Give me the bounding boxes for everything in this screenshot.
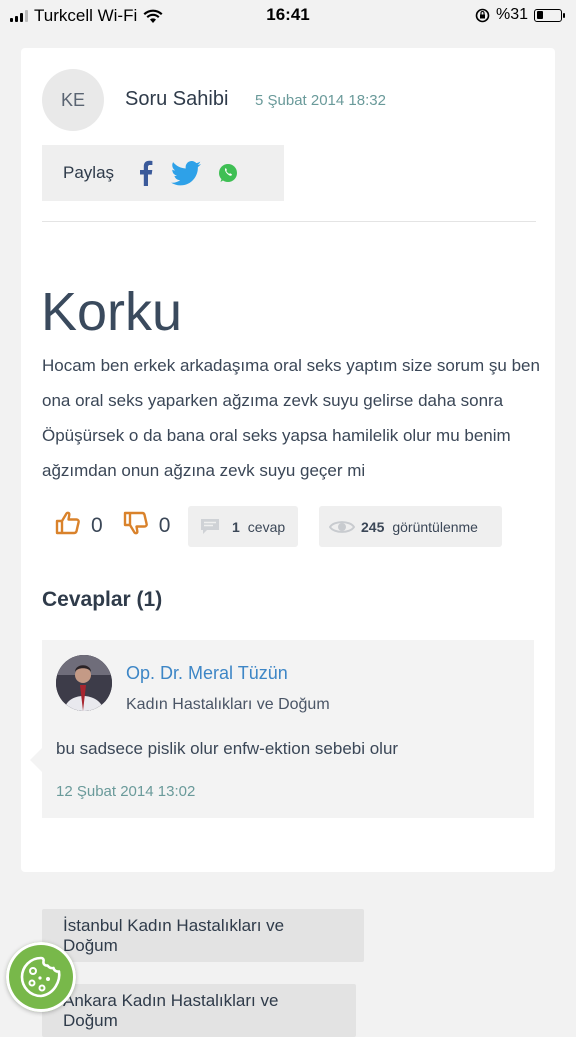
cookie-icon: [20, 956, 61, 998]
answer-count-label: cevap: [247, 518, 286, 535]
view-count: 245: [361, 518, 385, 535]
question-card: KE Soru Sahibi 5 Şubat 2014 18:32 Paylaş…: [21, 48, 555, 872]
doctor-avatar[interactable]: [56, 655, 112, 711]
share-label: Paylaş: [63, 163, 115, 182]
doctor-specialty: Kadın Hastalıkları ve Doğum: [126, 696, 330, 713]
orientation-lock-icon: [475, 8, 490, 22]
doctor-name-link[interactable]: Op. Dr. Meral Tüzün: [126, 663, 288, 684]
question-author: Soru Sahibi: [125, 88, 229, 110]
status-bar: Turkcell Wi-Fi 16:41 %31: [0, 0, 576, 30]
twitter-icon[interactable]: [171, 160, 201, 186]
battery-percent: %31: [495, 6, 528, 23]
cookie-settings-button[interactable]: [6, 942, 76, 1012]
share-bar: Paylaş: [42, 145, 284, 201]
divider: [42, 221, 536, 222]
question-date: 5 Şubat 2014 18:32: [255, 92, 386, 109]
view-count-label: görüntülenme: [392, 518, 478, 535]
battery-fill: [536, 11, 544, 19]
answers-heading: Cevaplar (1): [42, 588, 163, 611]
question-title: Korku: [41, 282, 183, 342]
avatar: KE: [42, 69, 104, 131]
tag-ankara[interactable]: Ankara Kadın Hastalıkları ve Doğum: [42, 984, 356, 1037]
answer-count: 1: [232, 518, 240, 535]
comment-icon: [201, 519, 219, 534]
answer-date: 12 Şubat 2014 13:02: [56, 783, 196, 800]
tag-istanbul[interactable]: İstanbul Kadın Hastalıkları ve Doğum: [42, 909, 364, 962]
vote-bar: 0 0: [55, 511, 170, 540]
answer-count-pill[interactable]: 1 cevap: [188, 506, 298, 547]
eye-icon: [329, 520, 355, 533]
battery-icon: [534, 8, 565, 22]
dislike-count: 0: [158, 513, 171, 537]
thumbs-up-icon[interactable]: [55, 511, 81, 540]
thumbs-down-icon[interactable]: [123, 511, 149, 540]
answer-text: bu sadsece pislik olur enfw-ektion sebeb…: [56, 739, 399, 758]
facebook-icon[interactable]: [139, 160, 153, 186]
whatsapp-icon[interactable]: [217, 162, 239, 184]
status-bar-right: %31: [475, 6, 565, 24]
answer-item: Op. Dr. Meral Tüzün Kadın Hastalıkları v…: [30, 640, 534, 818]
like-count: 0: [91, 513, 103, 537]
question-body: Hocam ben erkek arkadaşıma oral seks yap…: [42, 356, 540, 480]
view-count-pill: 245 görüntülenme: [319, 506, 502, 547]
